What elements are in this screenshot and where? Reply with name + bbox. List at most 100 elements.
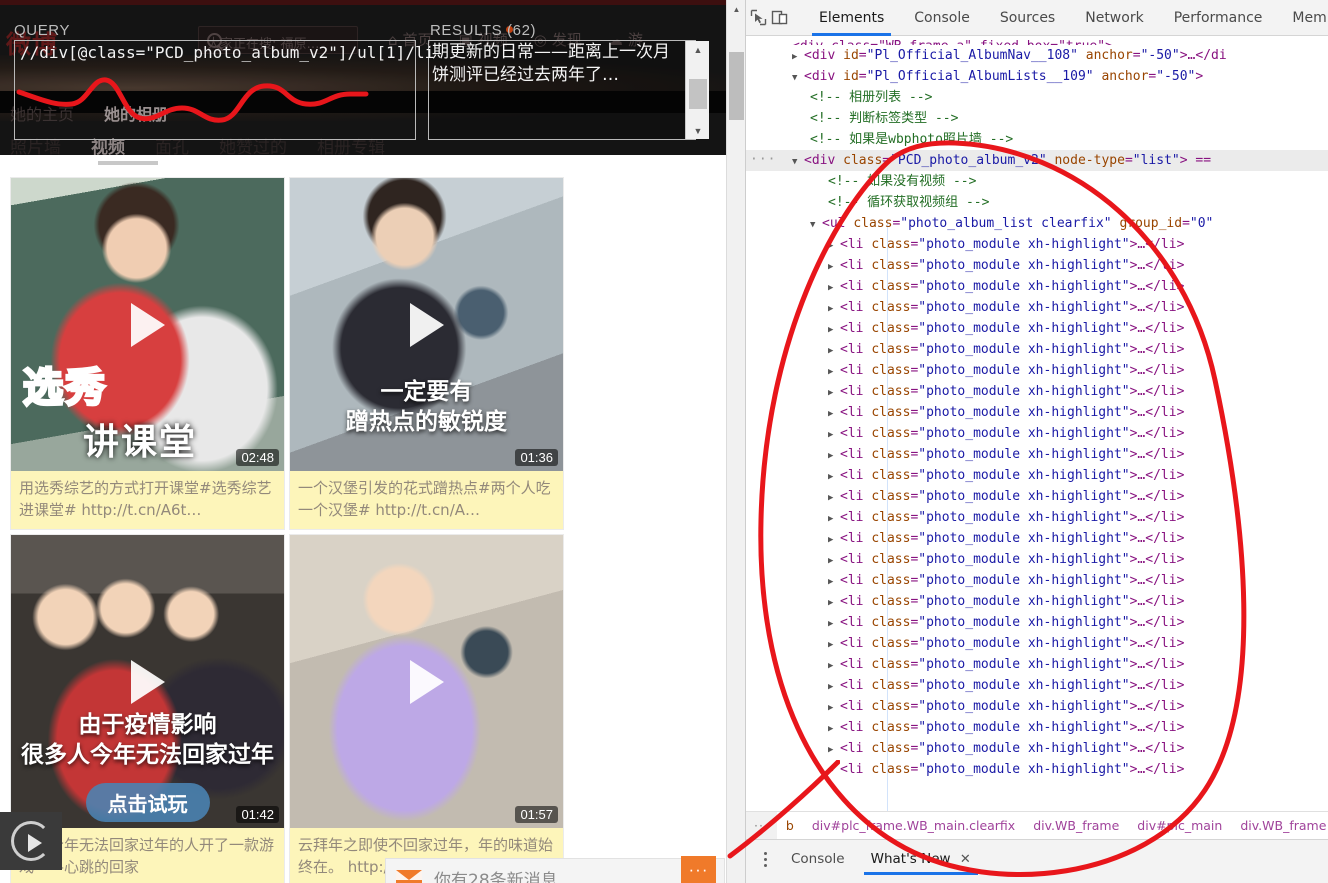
close-icon[interactable]: ✕	[960, 852, 971, 867]
dom-element-row[interactable]: ▶ <li class="photo_module xh-highlight">……	[746, 549, 1328, 570]
dom-comment-row[interactable]: <!-- 判断标签类型 -->	[746, 108, 1328, 129]
dom-element-row[interactable]: ▶ <li class="photo_module xh-highlight">……	[746, 255, 1328, 276]
dom-element-row[interactable]: ▶ <li class="photo_module xh-highlight">……	[746, 402, 1328, 423]
dom-element-row[interactable]: ▶ <li class="photo_module xh-highlight">……	[746, 654, 1328, 675]
play-icon[interactable]	[130, 302, 165, 347]
dom-element-row[interactable]: ··· ▼ <div class="PCD_photo_album_v2" node…	[746, 150, 1328, 171]
video-card[interactable]: 一定要有 蹭热点的敏锐度 01:36 一个汉堡引发的花式蹭热点#两个人吃一个汉堡…	[289, 177, 564, 530]
drawer-tab-console[interactable]: Console	[778, 843, 858, 875]
dom-element-row[interactable]: ▶ <li class="photo_module xh-highlight">……	[746, 675, 1328, 696]
tab-sources[interactable]: Sources	[985, 0, 1070, 36]
play-icon[interactable]	[409, 659, 444, 704]
twisty-expanded-icon: ▼	[810, 220, 816, 230]
twisty-collapsed-icon: ▶	[828, 619, 834, 629]
dom-element-row[interactable]: ▶ <li class="photo_module xh-highlight">……	[746, 234, 1328, 255]
breadcrumb-overflow-button[interactable]: ···	[746, 812, 777, 839]
breadcrumb-item[interactable]: div#plc_main	[1128, 818, 1231, 833]
breadcrumb-item[interactable]: div.WB_frame	[1231, 818, 1328, 833]
floating-mini-player[interactable]	[0, 812, 62, 870]
dom-element-row[interactable]: ▶ <li class="photo_module xh-highlight">……	[746, 612, 1328, 633]
tab-network[interactable]: Network	[1070, 0, 1158, 36]
video-card-grid: 选秀 讲课堂 02:48 用选秀综艺的方式打开课堂#选秀综艺进课堂# http:…	[10, 177, 710, 883]
dom-element-row[interactable]: ▶ <li class="photo_module xh-highlight">……	[746, 444, 1328, 465]
scroll-up-arrow-icon[interactable]: ▲	[686, 41, 710, 58]
dom-element-row[interactable]: ▶ <li class="photo_module xh-highlight">……	[746, 465, 1328, 486]
device-toolbar-icon[interactable]	[771, 3, 788, 33]
thumbnail-overlay-text: 一定要有 蹭热点的敏锐度	[346, 379, 507, 435]
twisty-collapsed-icon: ▶	[828, 745, 834, 755]
dom-element-row[interactable]: ▶ <li class="photo_module xh-highlight">……	[746, 717, 1328, 738]
dom-comment-row[interactable]: <!-- 如果是wbphoto照片墙 -->	[746, 129, 1328, 150]
dom-tree[interactable]: <div class="WB_frame_a" fixed-box="true"…	[746, 36, 1328, 811]
thumbnail-overlay-text: 由于疫情影响 很多人今年无法回家过年	[21, 712, 274, 768]
scroll-down-arrow-icon[interactable]: ▼	[686, 122, 710, 139]
video-thumbnail[interactable]: 由于疫情影响 很多人今年无法回家过年 点击试玩 01:42	[11, 535, 284, 828]
notification-more-button[interactable]: ···	[681, 856, 716, 883]
dom-element-row[interactable]: ▶ <li class="photo_module xh-highlight">……	[746, 507, 1328, 528]
red-squiggle-annotation	[16, 77, 369, 123]
video-thumbnail[interactable]: 一定要有 蹭热点的敏锐度 01:36	[290, 178, 563, 471]
dom-element-row[interactable]: ▶ <li class="photo_module xh-highlight">……	[746, 759, 1328, 780]
dom-element-row[interactable]: ▶ <li class="photo_module xh-highlight">……	[746, 381, 1328, 402]
page-scrollbar-thumb[interactable]	[729, 52, 744, 120]
video-card[interactable]: 选秀 讲课堂 02:48 用选秀综艺的方式打开课堂#选秀综艺进课堂# http:…	[10, 177, 285, 530]
dom-comment-row[interactable]: <!-- 相册列表 -->	[746, 87, 1328, 108]
notification-text: 你有28条新消息	[434, 871, 558, 883]
page-scrollbar[interactable]: ▲	[726, 0, 745, 883]
tab-memory[interactable]: Mem	[1277, 0, 1328, 36]
dom-element-row[interactable]: ▶ <div id="Pl_Official_AlbumNav__108" anc…	[746, 45, 1328, 66]
dom-element-row[interactable]: ▶ <li class="photo_module xh-highlight">……	[746, 528, 1328, 549]
drawer-tab-whats-new[interactable]: What's New ✕	[858, 843, 984, 875]
dom-element-row[interactable]: ▶ <li class="photo_module xh-highlight">……	[746, 738, 1328, 759]
screenshot-root: 微博 大家正在搜: 福原… ⌂ 首页 ▣ 视频 ◎ 发现 ☁ 游 她的主页 她的…	[0, 0, 1328, 883]
dom-element-row[interactable]: ▶ <li class="photo_module xh-highlight">……	[746, 570, 1328, 591]
page-scroll-up-arrow-icon[interactable]: ▲	[727, 0, 746, 18]
video-caption[interactable]: 一个汉堡引发的花式蹭热点#两个人吃一个汉堡# http://t.cn/A…	[290, 471, 563, 529]
dom-element-row[interactable]: ▼ <ul class="photo_album_list clearfix" g…	[746, 213, 1328, 234]
breadcrumb-item[interactable]: div.WB_frame	[1024, 818, 1128, 833]
results-scrollbar[interactable]: ▲ ▼	[685, 41, 709, 139]
dom-element-row[interactable]: ▶ <li class="photo_module xh-highlight">……	[746, 297, 1328, 318]
twisty-collapsed-icon: ▶	[828, 640, 834, 650]
twisty-collapsed-icon: ▶	[828, 409, 834, 419]
dom-element-row[interactable]: ▶ <li class="photo_module xh-highlight">……	[746, 339, 1328, 360]
twisty-collapsed-icon: ▶	[828, 556, 834, 566]
video-thumbnail[interactable]: 01:57	[290, 535, 563, 828]
dom-element-row[interactable]: ▶ <li class="photo_module xh-highlight">……	[746, 318, 1328, 339]
more-vertical-icon[interactable]	[752, 844, 778, 874]
dom-comment-row[interactable]: <!-- 循环获取视频组 -->	[746, 192, 1328, 213]
dom-row-menu-dots[interactable]: ···	[750, 153, 776, 166]
video-caption[interactable]: 用选秀综艺的方式打开课堂#选秀综艺进课堂# http://t.cn/A6t…	[11, 471, 284, 529]
try-game-pill[interactable]: 点击试玩	[85, 783, 210, 822]
tab-performance[interactable]: Performance	[1159, 0, 1278, 36]
dom-element-row[interactable]: ▼ <div id="Pl_Official_AlbumLists__109" a…	[746, 66, 1328, 87]
video-thumbnail[interactable]: 选秀 讲课堂 02:48	[11, 178, 284, 471]
twisty-collapsed-icon: ▶	[828, 535, 834, 545]
tab-console[interactable]: Console	[899, 0, 985, 36]
dom-element-row[interactable]: ▶ <li class="photo_module xh-highlight">……	[746, 486, 1328, 507]
twisty-collapsed-icon: ▶	[828, 304, 834, 314]
dom-element-row[interactable]: ▶ <li class="photo_module xh-highlight">……	[746, 423, 1328, 444]
dom-element-row[interactable]: ▶ <li class="photo_module xh-highlight">……	[746, 696, 1328, 717]
breadcrumb-item[interactable]: b	[777, 818, 803, 833]
notification-toast[interactable]: 你有28条新消息	[385, 858, 725, 883]
tab-elements[interactable]: Elements	[804, 0, 899, 36]
play-icon[interactable]	[130, 659, 165, 704]
dom-element-row[interactable]: ▶ <li class="photo_module xh-highlight">……	[746, 276, 1328, 297]
results-panel-label: RESULTS (62)	[430, 22, 537, 39]
play-icon[interactable]	[409, 302, 444, 347]
results-item-text: 期更新的日常——距离上一次月饼测评已经过去两年了…	[432, 42, 670, 85]
video-card[interactable]: 01:57 云拜年之即使不回家过年，年的味道始终在。 http://t.cn/A…	[289, 534, 564, 883]
twisty-expanded-icon: ▼	[792, 157, 798, 167]
dom-element-row[interactable]: ▶ <li class="photo_module xh-highlight">……	[746, 360, 1328, 381]
inspect-cursor-icon[interactable]	[750, 3, 767, 33]
breadcrumb-item[interactable]: div#plc_frame.WB_main.clearfix	[803, 818, 1024, 833]
dom-element-row[interactable]: ▶ <li class="photo_module xh-highlight">……	[746, 591, 1328, 612]
twisty-collapsed-icon: ▶	[828, 325, 834, 335]
scrollbar-thumb[interactable]	[689, 79, 707, 109]
devtools-tabs: Elements Console Sources Network Perform…	[804, 0, 1328, 36]
twisty-collapsed-icon: ▶	[792, 52, 798, 62]
dom-comment-row[interactable]: <!-- 如果没有视频 -->	[746, 171, 1328, 192]
twisty-collapsed-icon: ▶	[828, 367, 834, 377]
dom-element-row[interactable]: ▶ <li class="photo_module xh-highlight">……	[746, 633, 1328, 654]
